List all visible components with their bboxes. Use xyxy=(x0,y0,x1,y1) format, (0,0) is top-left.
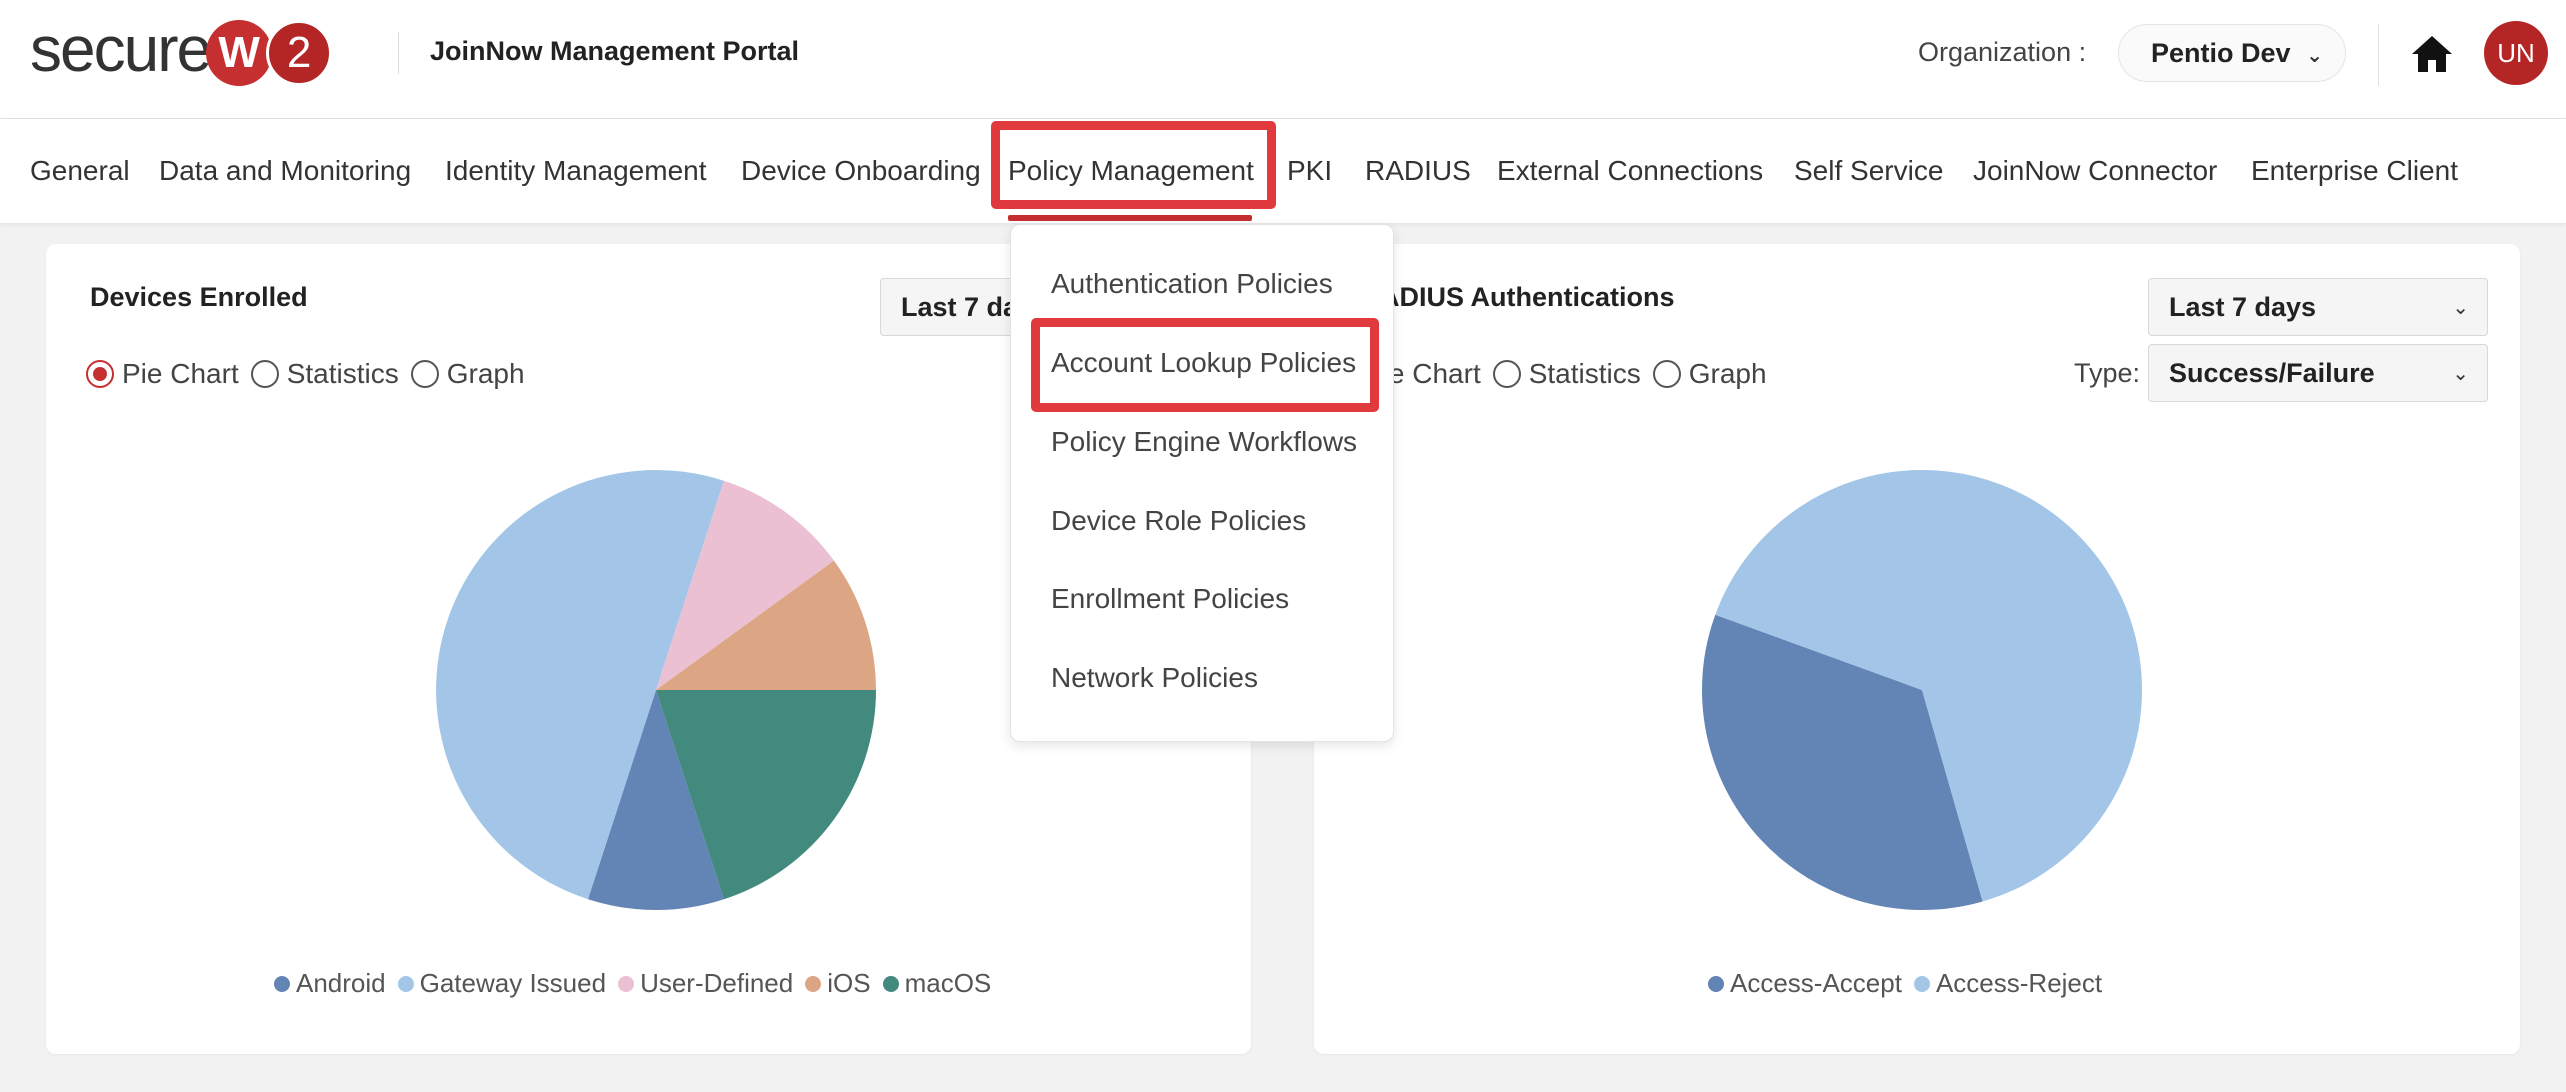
nav-item-external-connections[interactable]: External Connections xyxy=(1497,155,1763,187)
menu-item-enrollment-policies[interactable]: Enrollment Policies xyxy=(1051,583,1289,615)
menu-item-policy-engine-workflows[interactable]: Policy Engine Workflows xyxy=(1051,426,1357,458)
range-select-value: Last 7 da xyxy=(901,291,1019,322)
legend-label: Gateway Issued xyxy=(419,968,607,998)
chevron-down-icon: ⌄ xyxy=(2452,297,2469,319)
legend-item-gateway-issued[interactable]: Gateway Issued xyxy=(397,968,607,999)
radius-authentications-card: ADIUS Authentications Last 7 days ⌄ Type… xyxy=(1314,244,2520,1054)
account-lookup-highlight xyxy=(1031,318,1379,412)
type-select-value: Success/Failure xyxy=(2169,357,2375,388)
card-title: Devices Enrolled xyxy=(90,282,308,312)
legend-item-user-defined[interactable]: User-Defined xyxy=(618,968,793,999)
legend-dot xyxy=(618,975,635,992)
legend-label: Android xyxy=(296,968,386,998)
radio-statistics[interactable] xyxy=(1492,360,1521,388)
nav-item-data-and-monitoring[interactable]: Data and Monitoring xyxy=(159,155,411,187)
legend-item-access-accept[interactable]: Access-Accept xyxy=(1708,968,1902,999)
securew2-logo[interactable]: secure W 2 xyxy=(30,13,366,86)
legend-item-access-reject[interactable]: Access-Reject xyxy=(1913,968,2103,999)
type-label: Type: xyxy=(2074,358,2141,388)
nav-item-joinnow-connector[interactable]: JoinNow Connector xyxy=(1973,155,2217,187)
legend-item-macos[interactable]: macOS xyxy=(882,968,992,999)
menu-item-device-role-policies[interactable]: Device Role Policies xyxy=(1051,505,1306,537)
radio-label: Pie Chart xyxy=(122,358,239,389)
policy-management-dropdown: Authentication Policies Account Lookup P… xyxy=(1010,224,1394,742)
main-nav: General Data and Monitoring Identity Man… xyxy=(0,119,2566,223)
legend-label: macOS xyxy=(904,968,992,998)
organization-select[interactable]: Pentio Dev ⌄ xyxy=(2118,24,2346,82)
radius-pie-chart[interactable] xyxy=(1692,460,2152,920)
radio-label: Statistics xyxy=(286,358,399,389)
view-options: Pie Chart Statistics Graph xyxy=(1364,358,1779,390)
legend-label: iOS xyxy=(827,968,871,998)
nav-item-device-onboarding[interactable]: Device Onboarding xyxy=(741,155,981,187)
top-header: secure W 2 JoinNow Management Portal Org… xyxy=(0,0,2566,119)
portal-title: JoinNow Management Portal xyxy=(430,36,800,66)
legend-label: Access-Accept xyxy=(1730,968,1902,998)
radio-label: Graph xyxy=(1688,358,1767,389)
radio-graph[interactable] xyxy=(1652,360,1681,388)
active-tab-indicator xyxy=(1008,215,1252,221)
radio-graph[interactable] xyxy=(410,360,439,388)
legend-item-android[interactable]: Android xyxy=(274,968,386,999)
radius-range-select[interactable]: Last 7 days ⌄ xyxy=(2148,278,2488,336)
nav-item-self-service[interactable]: Self Service xyxy=(1794,155,1943,187)
legend-dot xyxy=(1913,975,1930,992)
legend-dot xyxy=(882,975,899,992)
nav-item-pki[interactable]: PKI xyxy=(1287,155,1332,187)
organization-value: Pentio Dev xyxy=(2151,37,2291,68)
header-divider xyxy=(398,32,399,74)
legend-dot xyxy=(274,975,290,992)
policy-management-highlight xyxy=(991,121,1276,209)
legend-label: User-Defined xyxy=(640,968,794,998)
range-select-value: Last 7 days xyxy=(2169,291,2317,322)
view-options: Pie Chart Statistics Graph xyxy=(86,358,537,390)
legend-dot xyxy=(1708,975,1724,992)
logo-w-circle: W xyxy=(206,20,273,86)
avatar[interactable]: UN xyxy=(2484,21,2548,85)
devices-pie-chart[interactable] xyxy=(426,460,886,920)
radio-pie-chart[interactable] xyxy=(86,360,114,388)
logo-2-circle: 2 xyxy=(266,20,333,86)
home-icon[interactable] xyxy=(2410,34,2454,74)
devices-legend: Android Gateway Issued User-Defined iOS macO… xyxy=(274,968,1003,999)
nav-item-radius[interactable]: RADIUS xyxy=(1365,155,1471,187)
menu-item-network-policies[interactable]: Network Policies xyxy=(1051,662,1258,694)
organization-label: Organization : xyxy=(1918,37,2087,67)
radio-statistics[interactable] xyxy=(250,360,279,388)
logo-wordmark: secure xyxy=(30,13,212,85)
menu-item-authentication-policies[interactable]: Authentication Policies xyxy=(1051,268,1333,300)
legend-label: Access-Reject xyxy=(1935,968,2103,998)
radio-label: Graph xyxy=(446,358,525,389)
nav-item-general[interactable]: General xyxy=(30,155,130,187)
nav-item-identity-management[interactable]: Identity Management xyxy=(445,155,707,187)
card-title: ADIUS Authentications xyxy=(1380,282,1675,312)
radius-legend: Access-Accept Access-Reject xyxy=(1708,968,2114,999)
radio-label: Statistics xyxy=(1528,358,1641,389)
chevron-down-icon: ⌄ xyxy=(2306,45,2323,67)
header-divider xyxy=(2378,24,2379,86)
legend-item-ios[interactable]: iOS xyxy=(805,968,871,999)
chevron-down-icon: ⌄ xyxy=(2452,363,2469,385)
type-select[interactable]: Success/Failure ⌄ xyxy=(2148,344,2488,402)
legend-dot xyxy=(805,975,822,992)
legend-dot xyxy=(397,975,414,992)
nav-item-enterprise-client[interactable]: Enterprise Client xyxy=(2251,155,2458,187)
